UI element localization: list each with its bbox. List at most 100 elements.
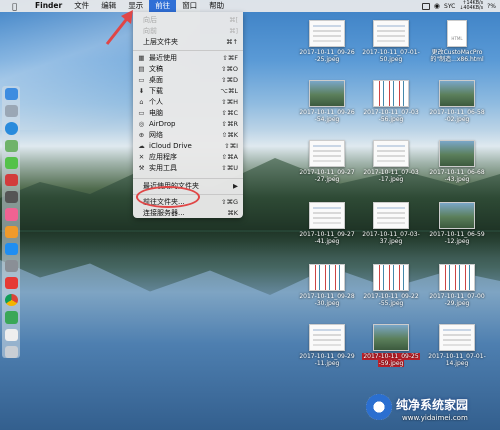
menu-item-shortcut: ⇧⌘D	[221, 76, 238, 84]
settings-dock-icon[interactable]	[4, 259, 18, 273]
menu-item-shortcut: ⌥⌘L	[220, 87, 238, 95]
desktop-file[interactable]: 2017-10-11_09-26 -54.jpeg	[296, 80, 358, 123]
menu-separator	[133, 178, 243, 179]
watermark-title: 纯净系统家园	[396, 398, 469, 412]
app-store-dock-icon[interactable]	[4, 242, 18, 255]
airdrop-icon: ◎	[138, 120, 145, 128]
desktop-file-selected[interactable]: 2017-10-11_09-25 -59.jpeg	[360, 324, 422, 367]
desktop-file[interactable]: 2017-10-11_07-00 -29.jpeg	[426, 264, 488, 307]
maps-dock-icon[interactable]	[4, 139, 18, 152]
messages-dock-icon[interactable]	[4, 156, 18, 169]
desktop-file[interactable]: 2017-10-11_09-26 -25.jpeg	[296, 20, 358, 63]
menu-item-shortcut: ⇧⌘K	[221, 131, 238, 139]
menu-item-downloads[interactable]: ⬇ 下载 ⌥⌘L	[133, 86, 243, 97]
file-name-line1: 更改CustoMacPro	[431, 49, 483, 56]
desktop-file[interactable]: 更改CustoMacPro 的"制造...x86.html	[426, 20, 488, 63]
menu-item-label: 个人	[149, 98, 163, 106]
menu-item-enclosing-folder[interactable]: 上层文件夹 ⌘↑	[133, 37, 243, 48]
desktop-file[interactable]: 2017-10-11_09-27 -27.jpeg	[296, 140, 358, 183]
status-percent[interactable]: ?%	[487, 3, 496, 10]
menu-item-applications[interactable]: ✕ 应用程序 ⇧⌘A	[133, 152, 243, 163]
desktop-file[interactable]: 2017-10-11_07-03- 37.jpeg	[360, 202, 422, 245]
books-dock-icon[interactable]	[4, 225, 18, 238]
desktop-file[interactable]: 2017-10-11_07-03 -17.jpeg	[360, 140, 422, 183]
desktop-file[interactable]: 2017-10-11_09-27 -41.jpeg	[296, 202, 358, 245]
menu-item-shortcut: ⇧⌘F	[222, 54, 238, 62]
file-name-line2: -30.jpeg	[314, 300, 340, 307]
menu-item-label: 网络	[149, 131, 163, 139]
chrome-dock-icon[interactable]	[4, 294, 18, 307]
screen-mirror-icon[interactable]	[421, 2, 430, 10]
menu-item-recents[interactable]: ▦ 最近使用 ⇧⌘F	[133, 53, 243, 64]
file-name-line2: 的"制造...x86.html	[430, 56, 484, 63]
annotation-highlight-oval	[136, 186, 200, 208]
apple-menu-icon[interactable]: 	[10, 2, 19, 11]
menu-go[interactable]: 前往	[149, 0, 177, 12]
file-name-line1: 2017-10-11_06-58	[429, 109, 485, 116]
app-dark-dock-icon[interactable]	[4, 191, 18, 204]
app-red-dock-icon[interactable]	[4, 173, 18, 187]
network-icon: ⊕	[138, 131, 145, 139]
trash-dock-icon[interactable]	[4, 345, 18, 358]
file-thumbnail	[309, 324, 345, 351]
menu-app-finder[interactable]: Finder	[29, 0, 68, 12]
desktop-file[interactable]: 2017-10-11_06-59 -12.jpeg	[426, 202, 488, 245]
menu-item-connect-server[interactable]: 连接服务器... ⌘K	[133, 208, 243, 219]
menu-item-network[interactable]: ⊕ 网络 ⇧⌘K	[133, 130, 243, 141]
desktop-file[interactable]: 2017-10-11_07-03 -56.jpeg	[360, 80, 422, 123]
menu-item-back[interactable]: 向后 ⌘[	[133, 15, 243, 26]
menu-item-desktop[interactable]: ▭ 桌面 ⇧⌘D	[133, 75, 243, 86]
desktop-file[interactable]: 2017-10-11_09-28 -30.jpeg	[296, 264, 358, 307]
wallpaper-lake-reflection	[0, 232, 500, 295]
file-thumbnail	[373, 202, 409, 229]
menu-item-shortcut: ⇧⌘U	[221, 164, 238, 172]
sync-status[interactable]: SYC	[444, 3, 455, 10]
utilities-icon: ⚒	[138, 164, 145, 172]
recents-icon: ▦	[138, 54, 145, 62]
menu-file[interactable]: 文件	[68, 0, 95, 12]
documents-icon: ▤	[138, 65, 145, 73]
file-name-line1: 2017-10-11_07-00	[429, 293, 485, 300]
file-name-line2: -25.jpeg	[314, 56, 340, 63]
file-name-line2: 14.jpeg	[445, 360, 469, 367]
menu-item-forward[interactable]: 向前 ⌘]	[133, 26, 243, 37]
yandex-dock-icon[interactable]	[4, 277, 18, 290]
menu-item-utilities[interactable]: ⚒ 实用工具 ⇧⌘U	[133, 163, 243, 174]
menu-help[interactable]: 帮助	[203, 0, 230, 12]
menu-item-documents[interactable]: ▤ 文稿 ⇧⌘O	[133, 64, 243, 75]
menu-item-shortcut: ⇧⌘C	[221, 109, 239, 117]
menu-item-icloud-drive[interactable]: ☁ iCloud Drive ⇧⌘I	[133, 141, 243, 152]
desktop-file[interactable]: 2017-10-11_09-29 -11.jpeg	[296, 324, 358, 367]
desktop-file[interactable]: 2017-10-11_07-01- 50.jpeg	[360, 20, 422, 63]
file-name-line1: 2017-10-11_07-03	[363, 109, 419, 116]
safari-dock-icon[interactable]	[4, 122, 18, 135]
menu-item-airdrop[interactable]: ◎ AirDrop ⇧⌘R	[133, 119, 243, 130]
file-name-line1: 2017-10-11_07-01-	[362, 49, 420, 56]
menu-item-computer[interactable]: ▭ 电脑 ⇧⌘C	[133, 108, 243, 119]
file-name-line1: 2017-10-11_07-03	[363, 169, 419, 176]
menu-item-shortcut: ⇧⌘A	[221, 153, 238, 161]
app-green-dock-icon[interactable]	[4, 311, 18, 324]
menu-item-label: 电脑	[149, 109, 163, 117]
menu-window[interactable]: 窗口	[176, 0, 203, 12]
finder-dock-icon[interactable]	[4, 88, 18, 101]
file-thumbnail	[373, 140, 409, 167]
desktop-file[interactable]: 2017-10-11_09-22 -55.jpeg	[360, 264, 422, 307]
file-name-line2: -54.jpeg	[314, 116, 340, 123]
wechat-icon[interactable]: ◉	[434, 2, 440, 10]
file-name-line1: 2017-10-11_07-01-	[428, 353, 486, 360]
icloud-icon: ☁	[138, 142, 145, 150]
document-dock-icon[interactable]	[4, 328, 18, 341]
desktop-file[interactable]: 2017-10-11_07-01- 14.jpeg	[426, 324, 488, 367]
desktop-file[interactable]: 2017-10-11_06-68 -43.jpeg	[426, 140, 488, 183]
desktop-file[interactable]: 2017-10-11_06-58 -02.jpeg	[426, 80, 488, 123]
status-area: ◉ SYC ↑14KB/s ↓404KB/s ?%	[421, 0, 500, 12]
menu-item-home[interactable]: ⌂ 个人 ⇧⌘H	[133, 97, 243, 108]
file-name-line1: 2017-10-11_09-29	[299, 353, 355, 360]
launchpad-dock-icon[interactable]	[4, 105, 18, 118]
music-dock-icon[interactable]	[4, 208, 18, 221]
menu-item-shortcut: ⇧⌘H	[221, 98, 238, 106]
file-thumbnail	[439, 324, 475, 351]
file-name-line2: 50.jpeg	[379, 56, 403, 63]
menu-item-shortcut: ⇧⌘R	[221, 120, 238, 128]
